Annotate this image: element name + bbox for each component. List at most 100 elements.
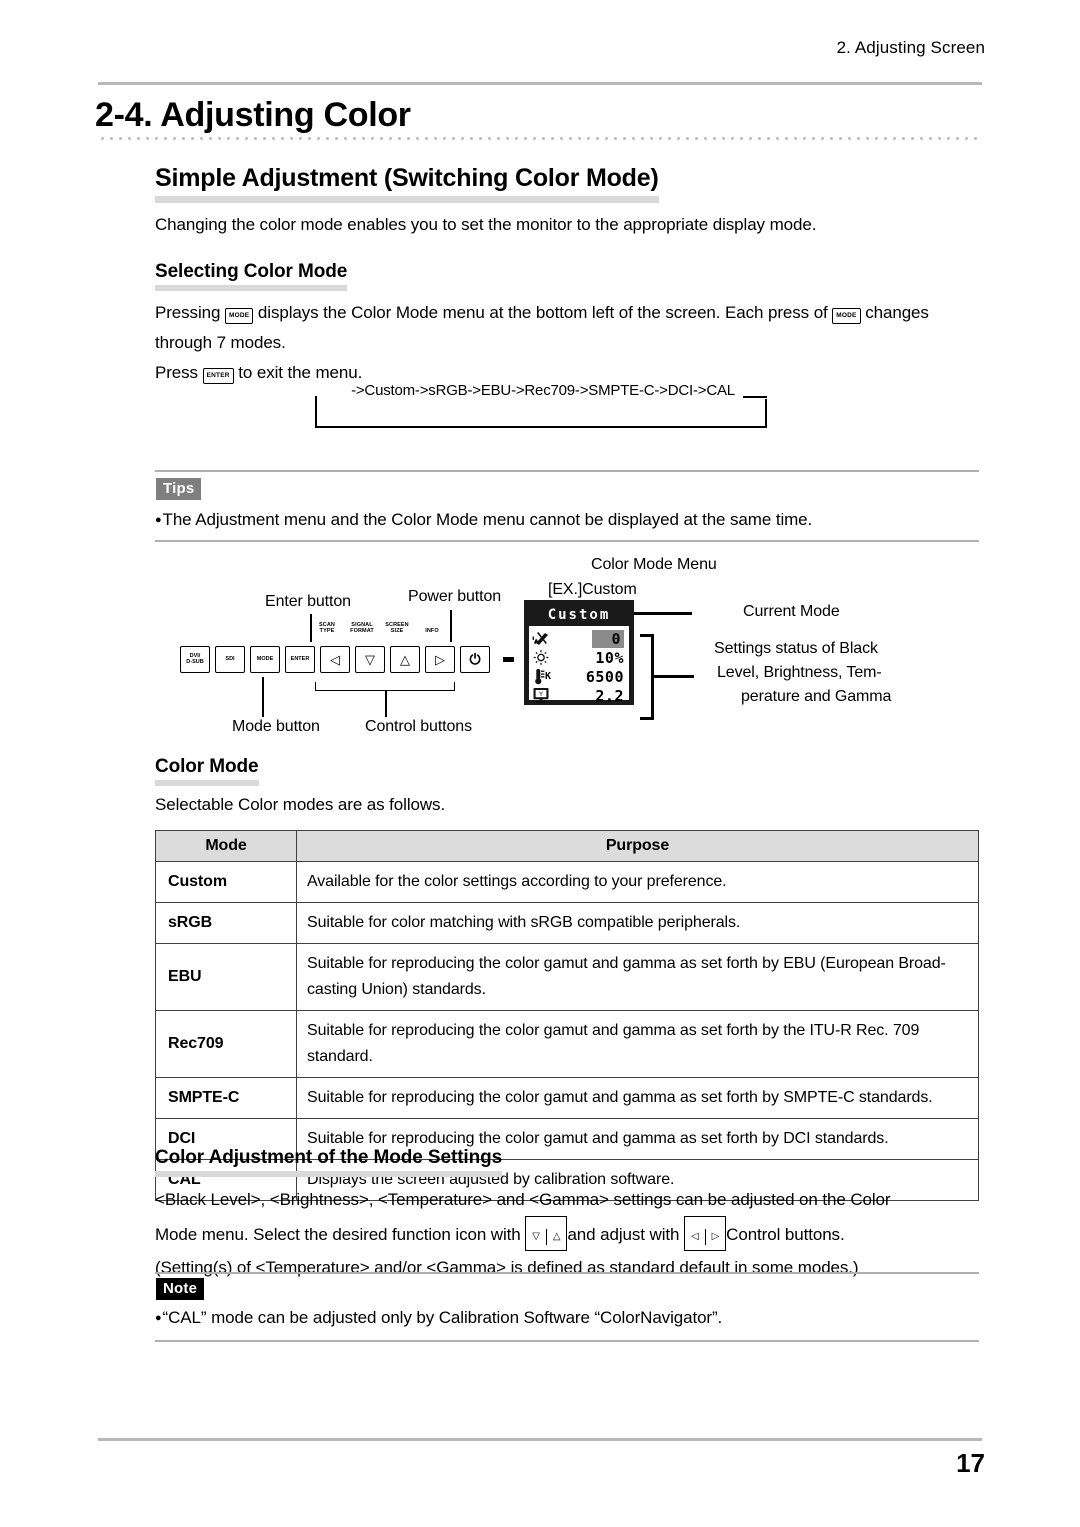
right-arrow-button[interactable]: ▷ xyxy=(425,646,455,673)
subsection-heading-color-adjustment: Color Adjustment of the Mode Settings xyxy=(155,1147,502,1177)
table-cell-mode: Rec709 xyxy=(155,1010,297,1078)
figure-label-control-buttons: Control buttons xyxy=(365,718,473,735)
note-bottom-rule xyxy=(155,1340,979,1342)
monitor-button-row: DVI/D-SUB SDI MODE ENTER ◁ ▽ △ ▷ ⏻ xyxy=(180,646,514,673)
left-arrow-button[interactable]: ◁ xyxy=(320,646,350,673)
selecting-text-3: changes xyxy=(865,303,929,322)
table-header-row: Mode Purpose xyxy=(155,830,979,862)
subsection-heading-color-mode: Color Mode xyxy=(155,756,259,786)
table-row: EBU Suitable for reproducing the color g… xyxy=(155,943,979,1011)
settings-status-bracket xyxy=(640,634,654,720)
leftright-keypair-icon: ◁ ▷ xyxy=(683,1216,727,1251)
table-cell-purpose: Suitable for color matching with sRGB co… xyxy=(296,902,979,944)
osd-row-gamma[interactable]: Y 2.2 xyxy=(532,686,624,705)
svg-text:Y: Y xyxy=(538,690,543,698)
adjustment-paragraph: <Black Level>, <Brightness>, <Temperatur… xyxy=(155,1183,995,1284)
gamma-monitor-icon: Y xyxy=(532,687,558,704)
left-key-glyph: ◁ xyxy=(690,1231,699,1242)
table-row: sRGB Suitable for color matching with sR… xyxy=(155,902,979,944)
selecting-paragraph: Pressing MODE displays the Color Mode me… xyxy=(155,298,985,388)
mode-button[interactable]: MODE xyxy=(250,646,280,673)
color-mode-intro: Selectable Color modes are as follows. xyxy=(155,795,446,814)
adjustment-text-5: (Setting(s) of <Temperature> and/or <Gam… xyxy=(155,1258,859,1277)
note-top-rule xyxy=(155,1272,979,1274)
note-bullet-text: “CAL” mode can be adjusted only by Calib… xyxy=(162,1308,723,1327)
caption-signal-format-l2: FORMAT xyxy=(350,628,374,635)
input-sdi-button[interactable]: SDI xyxy=(215,646,245,673)
figure-label-settings-status-l1: Settings status of Black xyxy=(714,640,878,657)
selecting-text-6: to exit the menu. xyxy=(238,363,363,382)
figure-label-settings-status-l3: perature and Gamma xyxy=(741,688,892,705)
note-bullet: ●“CAL” mode can be adjusted only by Cali… xyxy=(155,1308,722,1328)
caption-screen-size-l1: SCREEN xyxy=(385,622,409,628)
osd-value-gamma: 2.2 xyxy=(595,686,624,705)
power-led-indicator xyxy=(503,657,514,662)
enter-label: ENTER xyxy=(290,655,310,662)
osd-color-mode-menu: Custom 0 10% K 6500 Y 2.2 xyxy=(524,600,634,705)
tips-badge: Tips xyxy=(156,478,202,501)
figure-label-color-mode-menu: Color Mode Menu xyxy=(591,556,717,573)
table-cell-mode: Custom xyxy=(155,861,297,903)
figure-label-current-mode: Current Mode xyxy=(743,603,840,620)
page-title: 2-4. Adjusting Color xyxy=(95,96,411,134)
caption-info: INFO xyxy=(412,628,452,634)
monitor-control-panel-figure: Color Mode Menu [EX.]Custom Enter button… xyxy=(0,548,1080,748)
temperature-icon: K xyxy=(532,668,558,685)
adjustment-text-2: Mode menu. Select the desired function i… xyxy=(155,1225,521,1244)
dvi-dsub-label-2: D-SUB xyxy=(186,658,204,665)
enter-keycap-icon: ENTER xyxy=(202,368,234,384)
table-cell-mode: SMPTE-C xyxy=(155,1077,297,1119)
figure-label-ex-custom: [EX.]Custom xyxy=(548,581,637,598)
figure-label-enter-button: Enter button xyxy=(265,593,351,610)
updown-keypair-icon: ▽ △ xyxy=(525,1216,568,1251)
adjustment-text-4: Control buttons. xyxy=(726,1225,845,1244)
sdi-label: SDI xyxy=(225,655,235,662)
table-row: SMPTE-C Suitable for reproducing the col… xyxy=(155,1077,979,1119)
page-number: 17 xyxy=(956,1448,985,1478)
right-key-glyph: ▷ xyxy=(704,1229,726,1245)
table-cell-mode: sRGB xyxy=(155,902,297,944)
table-row: Rec709 Suitable for reproducing the colo… xyxy=(155,1010,979,1078)
power-button[interactable]: ⏻ xyxy=(460,646,490,673)
section-heading-simple-adjustment: Simple Adjustment (Switching Color Mode) xyxy=(155,164,659,203)
figure-label-settings-status-l2: Level, Brightness, Tem- xyxy=(717,664,882,681)
down-key-glyph: ▽ xyxy=(532,1231,540,1242)
osd-row-black-level[interactable]: 0 xyxy=(532,629,624,648)
brightness-icon xyxy=(532,649,558,666)
up-arrow-button[interactable]: △ xyxy=(390,646,420,673)
enter-button[interactable]: ENTER xyxy=(285,646,315,673)
temperature-unit-kelvin: K xyxy=(545,671,552,682)
color-mode-cycle-diagram: ->Custom->sRGB->EBU->Rec709->SMPTE-C->DC… xyxy=(315,382,769,428)
tips-bullet: ●The Adjustment menu and the Color Mode … xyxy=(155,510,812,530)
figure-label-mode-button: Mode button xyxy=(232,718,320,735)
selecting-text-2: displays the Color Mode menu at the bott… xyxy=(257,303,828,322)
table-header-purpose: Purpose xyxy=(296,830,979,862)
osd-row-brightness[interactable]: 10% xyxy=(532,648,624,667)
leader-current-mode xyxy=(634,612,692,615)
adjustment-text-3: and adjust with xyxy=(567,1225,680,1244)
leader-settings-status xyxy=(654,675,694,678)
mode-label: MODE xyxy=(256,655,274,662)
table-cell-purpose: Suitable for reproducing the color gamut… xyxy=(296,1010,979,1078)
selecting-text-4: through 7 modes. xyxy=(155,333,286,352)
bullet-dot-icon: ● xyxy=(155,1312,162,1324)
running-head: 2. Adjusting Screen xyxy=(836,38,985,57)
selecting-text-1: Pressing xyxy=(155,303,221,322)
caption-signal-format-l1: SIGNAL xyxy=(351,622,373,628)
color-mode-cycle-label: ->Custom->sRGB->EBU->Rec709->SMPTE-C->DC… xyxy=(317,382,769,399)
color-mode-table: Mode Purpose Custom Available for the co… xyxy=(155,830,979,1201)
selecting-text-5: Press xyxy=(155,363,198,382)
caption-info-l1: INFO xyxy=(425,628,439,634)
header-rule xyxy=(98,82,982,85)
adjustment-text-1: <Black Level>, <Brightness>, <Temperatur… xyxy=(155,1190,891,1209)
table-cell-purpose: Available for the color settings accordi… xyxy=(296,861,979,903)
osd-rows: 0 10% K 6500 Y 2.2 xyxy=(529,626,629,705)
caption-screen-size-l2: SIZE xyxy=(390,628,404,635)
osd-row-temperature[interactable]: K 6500 xyxy=(532,667,624,686)
table-row: Custom Available for the color settings … xyxy=(155,861,979,903)
input-dvi-dsub-button[interactable]: DVI/D-SUB xyxy=(180,646,210,673)
table-cell-purpose: Suitable for reproducing the color gamut… xyxy=(296,943,979,1011)
down-arrow-button[interactable]: ▽ xyxy=(355,646,385,673)
caption-screen-size: SCREEN SIZE xyxy=(377,622,417,635)
subsection-heading-selecting-color-mode: Selecting Color Mode xyxy=(155,261,347,291)
